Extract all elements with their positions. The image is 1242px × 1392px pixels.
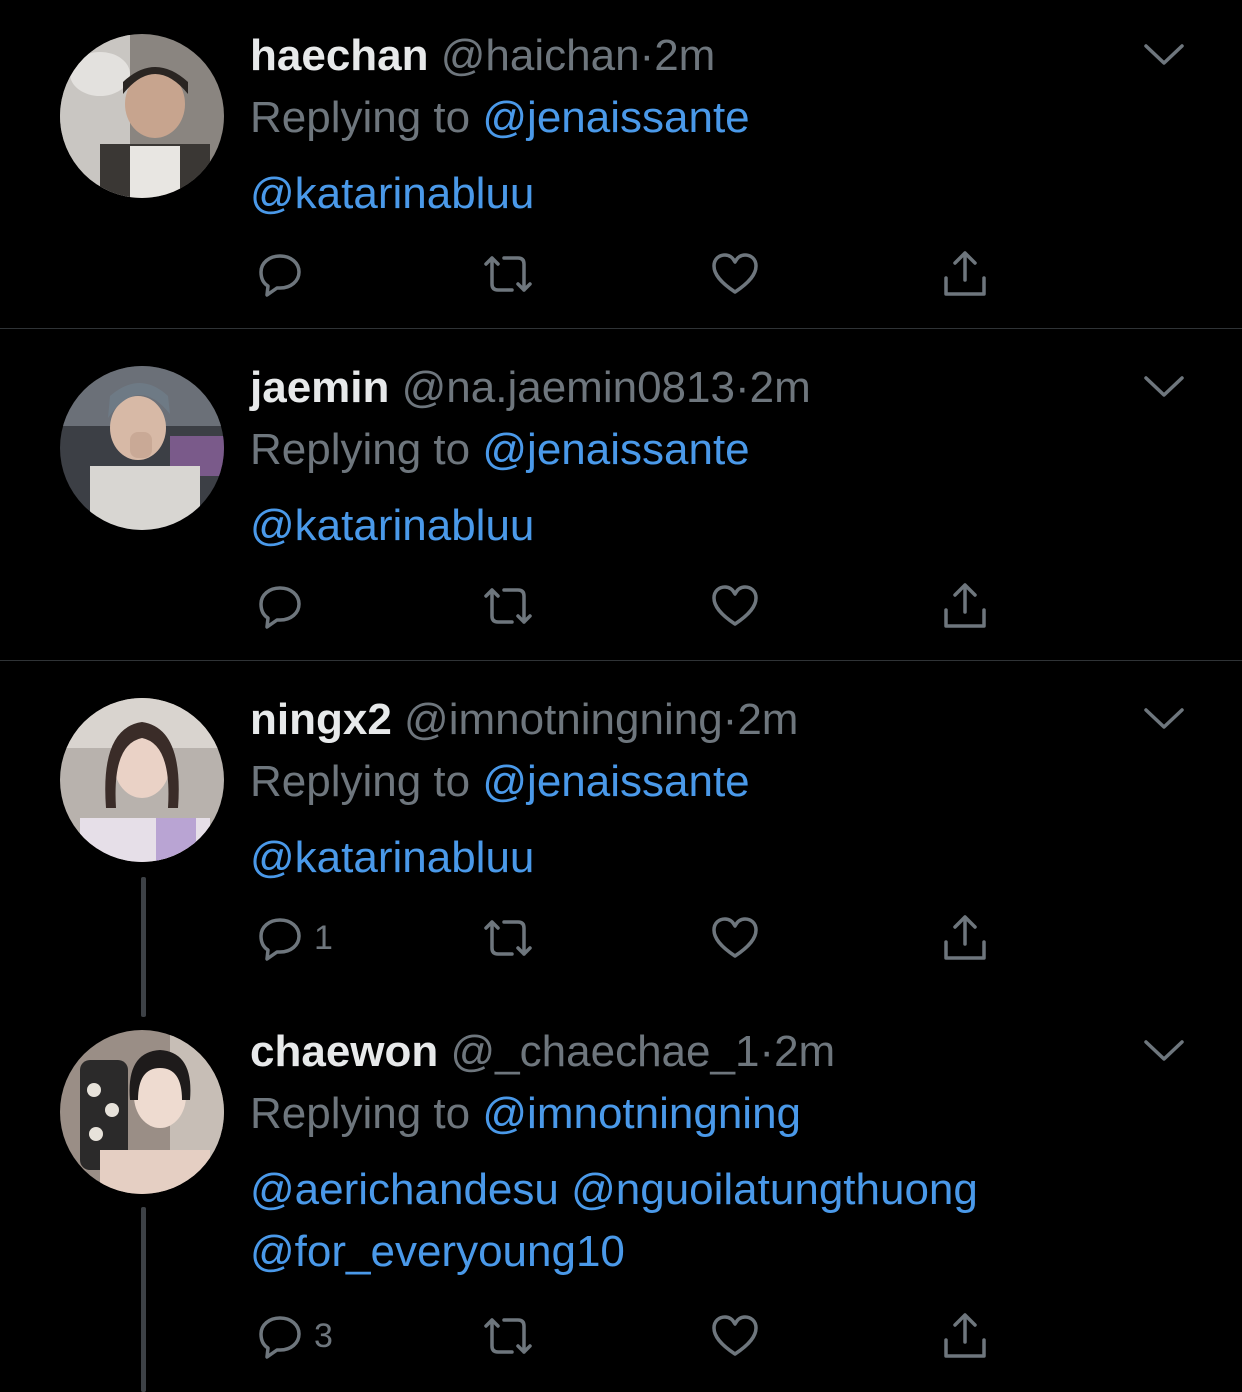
reply-icon: [259, 1316, 301, 1359]
reply-icon: [259, 586, 301, 629]
replying-mention[interactable]: @jenaissante: [482, 425, 749, 474]
share-icon: [944, 1313, 986, 1358]
like-button[interactable]: [710, 244, 760, 304]
retweet-button[interactable]: [480, 576, 536, 636]
tweet-text[interactable]: @katarinabluu: [250, 827, 534, 889]
separator: ·: [734, 363, 750, 412]
like-icon: [712, 1315, 758, 1356]
share-button[interactable]: [940, 576, 990, 636]
chevron-down-icon[interactable]: [1142, 706, 1186, 732]
reply-icon: [259, 918, 301, 961]
replying-to: Replying to @jenaissante: [250, 92, 750, 144]
chevron-down-icon[interactable]: [1142, 374, 1186, 400]
handle[interactable]: @_chaechae_1: [451, 1027, 760, 1076]
tweet-header: chaewon @_chaechae_1·2m: [250, 1026, 835, 1078]
reply-icon: [259, 254, 301, 297]
tweet-text-line[interactable]: @for_everyoung10: [250, 1221, 625, 1283]
tweet-header: ningx2 @imnotningning·2m: [250, 694, 798, 746]
handle[interactable]: @na.jaemin0813: [402, 363, 735, 412]
reply-count: 3: [314, 1316, 333, 1355]
retweet-icon: [484, 588, 532, 624]
display-name[interactable]: haechan: [250, 31, 429, 80]
share-button[interactable]: [940, 908, 990, 968]
replying-label: Replying to: [250, 1089, 471, 1138]
display-name[interactable]: jaemin: [250, 363, 389, 412]
chevron-down-icon[interactable]: [1142, 42, 1186, 68]
replying-to: Replying to @jenaissante: [250, 424, 750, 476]
tweet-text-line[interactable]: @aerichandesu @nguoilatungthuong: [250, 1159, 978, 1221]
tweet[interactable]: jaemin @na.jaemin0813·2m Replying to @je…: [0, 329, 1242, 660]
reply-button[interactable]: 1: [256, 908, 333, 968]
like-icon: [712, 585, 758, 626]
separator: ·: [759, 1027, 775, 1076]
separator: ·: [722, 695, 738, 744]
handle[interactable]: @haichan: [441, 31, 640, 80]
tweet[interactable]: haechan @haichan·2m Replying to @jenaiss…: [0, 0, 1242, 328]
retweet-icon: [484, 1318, 532, 1354]
replying-label: Replying to: [250, 425, 471, 474]
reply-button[interactable]: [256, 244, 314, 304]
chevron-down-icon[interactable]: [1142, 1038, 1186, 1064]
like-button[interactable]: [710, 1306, 760, 1366]
replying-to: Replying to @imnotningning: [250, 1088, 801, 1140]
separator: ·: [639, 31, 655, 80]
timestamp[interactable]: 2m: [774, 1027, 835, 1076]
share-icon: [944, 583, 986, 628]
avatar[interactable]: [60, 698, 224, 862]
retweet-icon: [484, 920, 532, 956]
reply-button[interactable]: 3: [256, 1306, 333, 1366]
timestamp[interactable]: 2m: [750, 363, 811, 412]
tweet-actions: [250, 576, 1010, 636]
display-name[interactable]: ningx2: [250, 695, 392, 744]
replying-mention[interactable]: @jenaissante: [482, 757, 749, 806]
reply-button[interactable]: [256, 576, 314, 636]
avatar[interactable]: [60, 1030, 224, 1194]
tweet-header: haechan @haichan·2m: [250, 30, 715, 82]
retweet-button[interactable]: [480, 1306, 536, 1366]
avatar[interactable]: [60, 366, 224, 530]
share-button[interactable]: [940, 1306, 990, 1366]
tweet-actions: 1: [250, 908, 1010, 968]
retweet-button[interactable]: [480, 244, 536, 304]
replying-mention[interactable]: @imnotningning: [482, 1089, 801, 1138]
tweet-text[interactable]: @katarinabluu: [250, 163, 534, 225]
avatar[interactable]: [60, 34, 224, 198]
like-button[interactable]: [710, 908, 760, 968]
tweet-actions: 3: [250, 1306, 1010, 1366]
replying-to: Replying to @jenaissante: [250, 756, 750, 808]
like-icon: [712, 917, 758, 958]
timestamp[interactable]: 2m: [654, 31, 715, 80]
like-icon: [712, 253, 758, 294]
replying-label: Replying to: [250, 757, 471, 806]
share-button[interactable]: [940, 244, 990, 304]
retweet-button[interactable]: [480, 908, 536, 968]
handle[interactable]: @imnotningning: [404, 695, 723, 744]
display-name[interactable]: chaewon: [250, 1027, 438, 1076]
retweet-icon: [484, 256, 532, 292]
like-button[interactable]: [710, 576, 760, 636]
tweet-header: jaemin @na.jaemin0813·2m: [250, 362, 811, 414]
tweet-text[interactable]: @katarinabluu: [250, 495, 534, 557]
share-icon: [944, 915, 986, 960]
tweet[interactable]: chaewon @_chaechae_1·2m Replying to @imn…: [0, 993, 1242, 1392]
reply-count: 1: [314, 918, 333, 957]
replying-label: Replying to: [250, 93, 471, 142]
replying-mention[interactable]: @jenaissante: [482, 93, 749, 142]
share-icon: [944, 251, 986, 296]
thread-line: [141, 1207, 146, 1392]
tweet[interactable]: ningx2 @imnotningning·2m Replying to @je…: [0, 661, 1242, 1017]
timestamp[interactable]: 2m: [737, 695, 798, 744]
tweet-actions: [250, 244, 1010, 304]
